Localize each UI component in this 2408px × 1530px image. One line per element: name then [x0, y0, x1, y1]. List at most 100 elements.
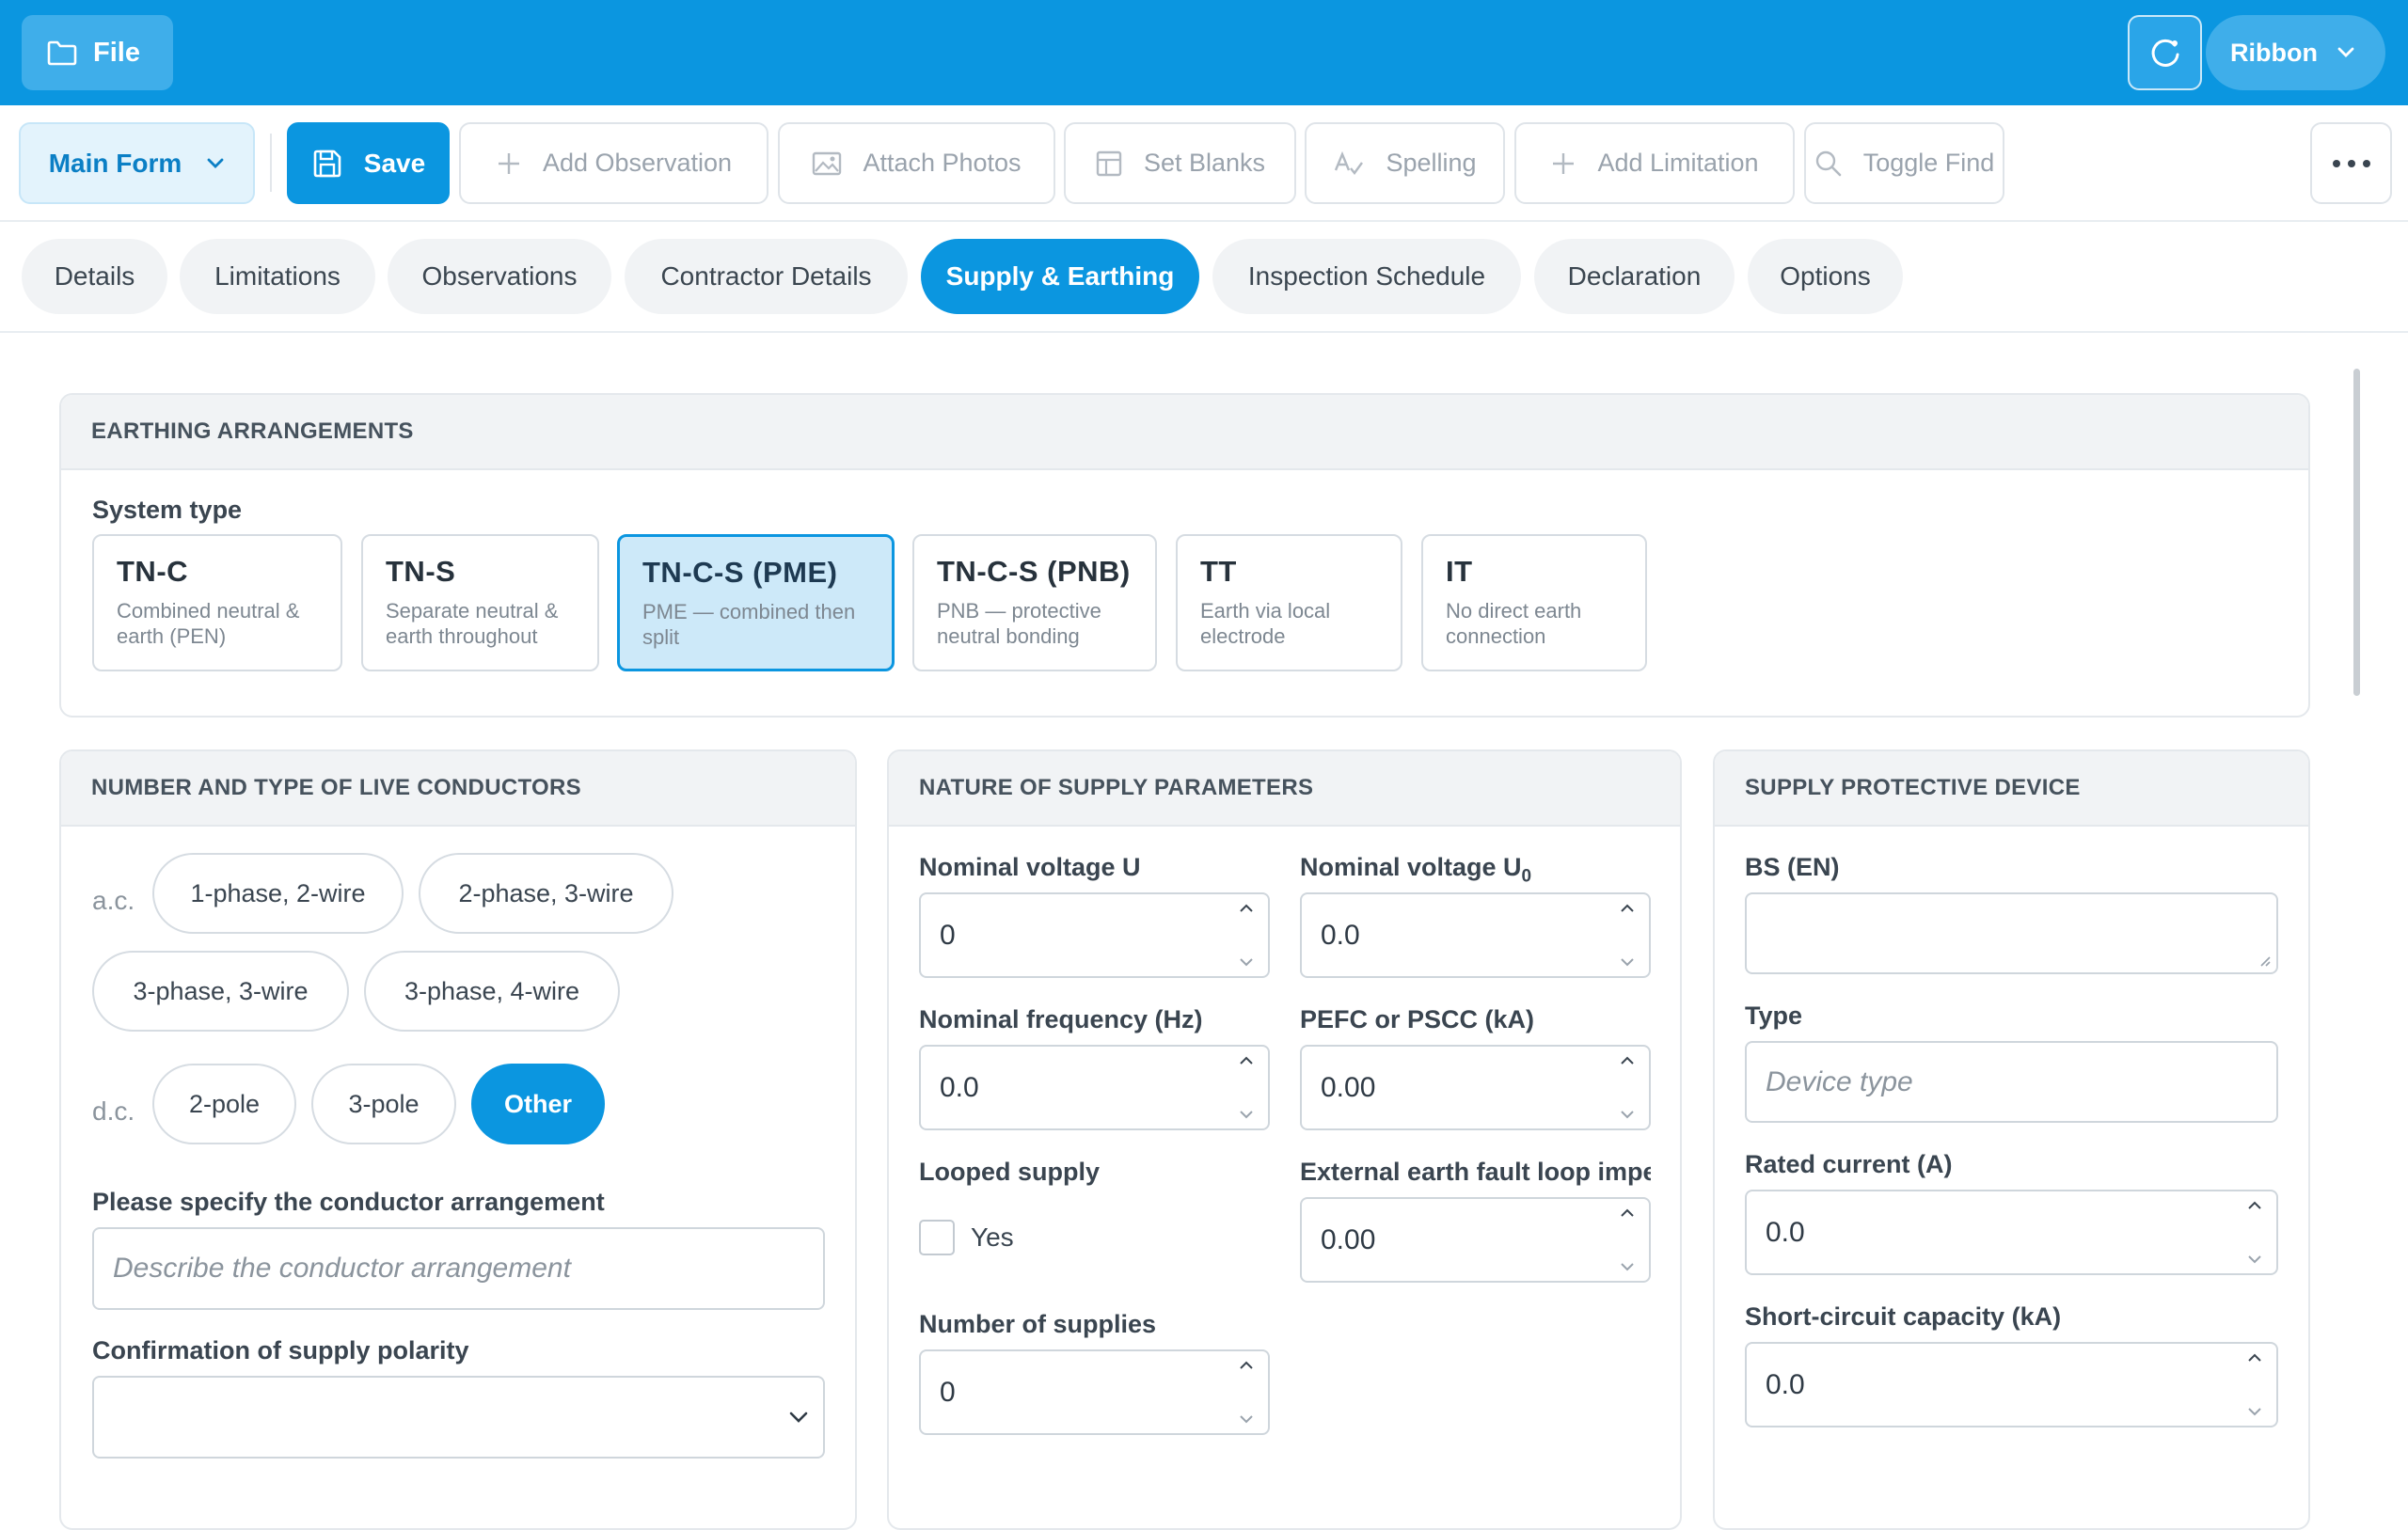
conductor-arrangement-input[interactable]: Describe the conductor arrangement — [92, 1227, 825, 1310]
add-observation-label: Add Observation — [542, 149, 733, 177]
sync-button[interactable] — [2128, 15, 2202, 90]
number-stepper[interactable] — [1617, 1056, 1638, 1119]
chevron-down-icon — [789, 1412, 808, 1423]
chevron-up-icon[interactable] — [1620, 1056, 1635, 1065]
tab-inspection-schedule[interactable]: Inspection Schedule — [1212, 239, 1521, 314]
add-limitation-button[interactable]: Add Limitation — [1514, 122, 1795, 204]
chevron-down-icon[interactable] — [1239, 957, 1254, 967]
number-stepper[interactable] — [1236, 904, 1257, 967]
set-blanks-button[interactable]: Set Blanks — [1064, 122, 1296, 204]
chevron-down-icon[interactable] — [1620, 1262, 1635, 1271]
system-type-option-tt[interactable]: TT Earth via local electrode — [1176, 534, 1402, 671]
plus-icon — [1553, 152, 1575, 174]
input-value: 0.0 — [1321, 919, 1360, 951]
chevron-up-icon[interactable] — [1239, 904, 1254, 913]
number-stepper[interactable] — [2244, 1201, 2265, 1264]
tab-supply-earthing[interactable]: Supply & Earthing — [921, 239, 1199, 314]
dc-option-other[interactable]: Other — [471, 1064, 605, 1144]
option-title: TN-C-S (PME) — [642, 556, 838, 589]
chevron-up-icon[interactable] — [2247, 1353, 2262, 1363]
add-observation-button[interactable]: Add Observation — [459, 122, 768, 204]
form-selector-dropdown[interactable]: Main Form — [19, 122, 255, 204]
option-description: PME — combined then split — [642, 600, 856, 649]
dc-option-2-pole[interactable]: 2-pole — [152, 1064, 296, 1144]
chevron-down-icon[interactable] — [1620, 1110, 1635, 1119]
nominal-frequency-input[interactable]: 0.0 — [919, 1045, 1270, 1130]
placeholder-text: Device type — [1766, 1065, 1913, 1097]
number-of-supplies-input[interactable]: 0 — [919, 1349, 1270, 1435]
chevron-up-icon[interactable] — [1620, 904, 1635, 913]
chevron-down-icon[interactable] — [1239, 1414, 1254, 1424]
tab-label: Options — [1780, 261, 1871, 291]
tab-limitations[interactable]: Limitations — [180, 239, 375, 314]
nominal-voltage-u-input[interactable]: 0 — [919, 892, 1270, 978]
section-tabs: Details Limitations Observations Contrac… — [0, 222, 2408, 333]
save-button[interactable]: Save — [287, 122, 450, 204]
nominal-voltage-u0-label: Nominal voltage U0 — [1300, 853, 1532, 887]
chip-label: 3-phase, 3-wire — [133, 976, 309, 1005]
number-stepper[interactable] — [2244, 1353, 2265, 1416]
attach-photos-button[interactable]: Attach Photos — [778, 122, 1055, 204]
option-description: Earth via local electrode — [1200, 599, 1331, 648]
save-icon — [313, 150, 341, 177]
number-stepper[interactable] — [1617, 1208, 1638, 1271]
chevron-up-icon[interactable] — [2247, 1201, 2262, 1210]
number-stepper[interactable] — [1236, 1361, 1257, 1424]
resize-handle-icon[interactable] — [2259, 955, 2271, 967]
conductor-arrangement-label: Please specify the conductor arrangement — [92, 1188, 605, 1216]
supply-polarity-select[interactable] — [92, 1376, 825, 1459]
chip-label: 1-phase, 2-wire — [190, 878, 366, 907]
rated-current-input[interactable]: 0.0 — [1745, 1190, 2278, 1275]
chevron-up-icon[interactable] — [1239, 1361, 1254, 1370]
system-type-option-tn-c-s-pnb[interactable]: TN-C-S (PNB) PNB — protective neutral bo… — [912, 534, 1157, 671]
tab-declaration[interactable]: Declaration — [1534, 239, 1735, 314]
placeholder-text: Describe the conductor arrangement — [113, 1253, 571, 1284]
system-type-option-tn-c-s-pme[interactable]: TN-C-S (PME) PME — combined then split — [617, 534, 895, 671]
bs-en-textarea[interactable] — [1745, 892, 2278, 974]
chevron-down-icon[interactable] — [1239, 1110, 1254, 1119]
system-type-option-tn-s[interactable]: TN-S Separate neutral & earth throughout — [361, 534, 599, 671]
file-menu-label: File — [93, 37, 140, 68]
tab-options[interactable]: Options — [1748, 239, 1903, 314]
more-horizontal-icon — [2332, 159, 2370, 167]
dc-option-3-pole[interactable]: 3-pole — [311, 1064, 456, 1144]
card-heading: NUMBER AND TYPE OF LIVE CONDUCTORS — [61, 751, 855, 827]
system-type-option-tn-c[interactable]: TN-C Combined neutral & earth (PEN) — [92, 534, 342, 671]
system-type-label: System type — [92, 496, 243, 524]
tab-observations[interactable]: Observations — [388, 239, 611, 314]
card-heading: NATURE OF SUPPLY PARAMETERS — [889, 751, 1680, 827]
device-type-input[interactable]: Device type — [1745, 1041, 2278, 1123]
chevron-up-icon[interactable] — [1620, 1208, 1635, 1218]
card-heading: SUPPLY PROTECTIVE DEVICE — [1715, 751, 2308, 827]
short-circuit-capacity-input[interactable]: 0.0 — [1745, 1342, 2278, 1427]
file-menu-button[interactable]: File — [22, 15, 173, 90]
chevron-down-icon[interactable] — [2247, 1407, 2262, 1416]
chevron-up-icon[interactable] — [1239, 1056, 1254, 1065]
spelling-button[interactable]: Spelling — [1305, 122, 1505, 204]
chevron-down-icon[interactable] — [1620, 957, 1635, 967]
pefc-pscc-input[interactable]: 0.00 — [1300, 1045, 1651, 1130]
number-of-supplies-label: Number of supplies — [919, 1310, 1157, 1338]
ac-option-3-phase-4-wire[interactable]: 3-phase, 4-wire — [364, 951, 620, 1032]
number-stepper[interactable] — [1617, 904, 1638, 967]
looped-supply-option-label: Yes — [971, 1222, 1014, 1252]
toggle-find-button[interactable]: Toggle Find — [1804, 122, 2004, 204]
number-stepper[interactable] — [1236, 1056, 1257, 1119]
nominal-voltage-u0-input[interactable]: 0.0 — [1300, 892, 1651, 978]
supply-polarity-label: Confirmation of supply polarity — [92, 1336, 469, 1364]
system-type-option-it[interactable]: IT No direct earth connection — [1421, 534, 1647, 671]
ac-option-2-phase-3-wire[interactable]: 2-phase, 3-wire — [419, 853, 673, 934]
tab-contractor-details[interactable]: Contractor Details — [625, 239, 908, 314]
ac-option-1-phase-2-wire[interactable]: 1-phase, 2-wire — [152, 853, 404, 934]
table-icon — [1096, 150, 1122, 176]
option-title: TN-C-S (PNB) — [937, 555, 1131, 588]
looped-supply-checkbox[interactable] — [919, 1220, 955, 1255]
external-earth-fault-loop-impedance-input[interactable]: 0.00 — [1300, 1197, 1651, 1283]
vertical-scrollbar[interactable] — [2353, 369, 2360, 696]
pefc-pscc-label: PEFC or PSCC (kA) — [1300, 1005, 1535, 1033]
tab-details[interactable]: Details — [22, 239, 167, 314]
ac-option-3-phase-3-wire[interactable]: 3-phase, 3-wire — [92, 951, 349, 1032]
ribbon-toggle-button[interactable]: Ribbon — [2206, 15, 2385, 90]
chevron-down-icon[interactable] — [2247, 1254, 2262, 1264]
more-options-button[interactable] — [2310, 122, 2392, 204]
